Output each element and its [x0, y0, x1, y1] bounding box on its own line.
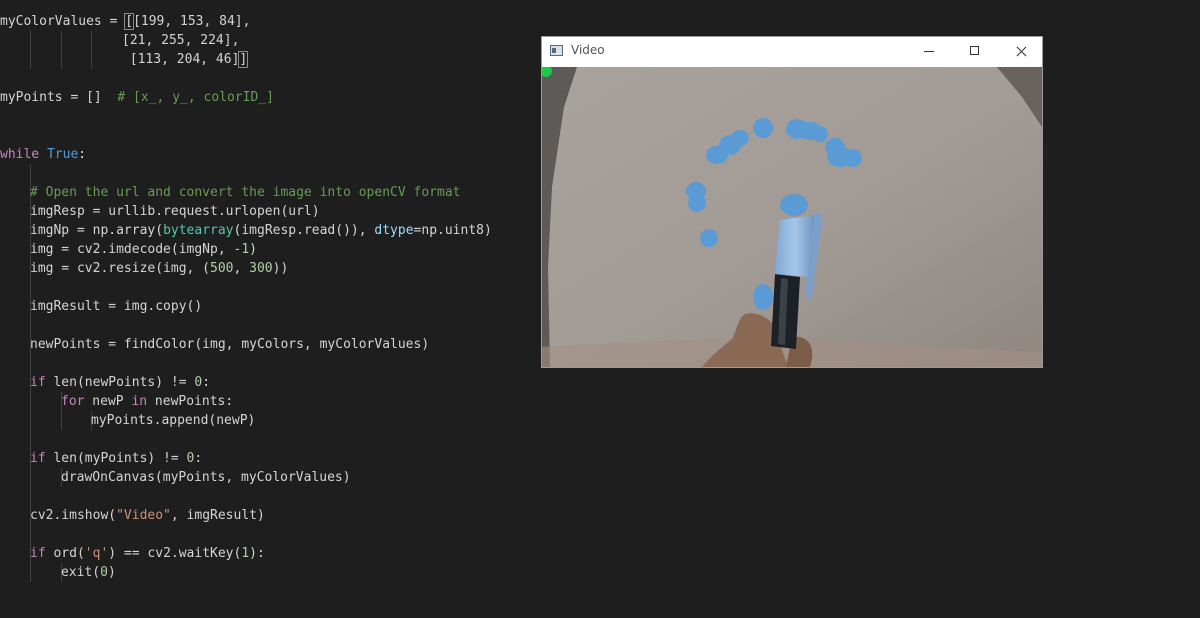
stroke-blob	[753, 118, 773, 138]
number-token: 500	[210, 261, 234, 276]
builtin-token: bytearray	[163, 223, 234, 238]
number-token: 0	[100, 565, 108, 580]
code-token: [199, 153, 84],	[133, 14, 251, 29]
code-token: (imgResp.read()),	[233, 223, 375, 238]
window-app-icon	[550, 45, 563, 56]
code-comment: # Open the url and convert the image int…	[30, 185, 461, 200]
keyword-token: while	[0, 147, 40, 162]
code-token: myColorValues =	[0, 14, 126, 29]
code-token: len(newPoints) !=	[45, 375, 195, 390]
string-token: 'q'	[84, 546, 109, 561]
code-token: :	[202, 375, 211, 390]
code-line: for newP in newPoints:	[61, 392, 233, 411]
code-token: [113, 204, 46]	[122, 52, 240, 67]
code-token: cv2.imshow(	[30, 508, 117, 523]
code-token: ) == cv2.waitKey(	[108, 546, 242, 561]
stroke-blob	[688, 194, 706, 212]
code-line: [21, 255, 224],	[122, 31, 239, 50]
code-line: imgResp = urllib.request.urlopen(url)	[30, 202, 320, 221]
constant-token: True	[46, 147, 79, 162]
code-token: )	[249, 242, 257, 257]
code-line: myColorValues = [[199, 153, 84],	[0, 12, 250, 31]
code-line: if len(myPoints) != 0:	[30, 449, 202, 468]
minimize-button[interactable]	[906, 37, 952, 67]
code-line: imgResult = img.copy()	[30, 297, 202, 316]
code-token: ord(	[45, 546, 85, 561]
code-line: drawOnCanvas(myPoints, myColorValues)	[61, 468, 351, 487]
number-token: 300	[249, 261, 273, 276]
bracket-match: [	[124, 13, 135, 30]
code-token: :	[78, 147, 87, 162]
code-line: newPoints = findColor(img, myColors, myC…	[30, 335, 429, 354]
indent-guide	[61, 31, 62, 69]
number-token: -1	[233, 242, 250, 257]
code-token: :	[194, 451, 203, 466]
code-token: newP	[84, 394, 132, 409]
code-token: img = cv2.resize(img, (	[30, 261, 211, 276]
code-line: myPoints.append(newP)	[91, 411, 255, 430]
indent-guide	[91, 31, 92, 69]
code-token: newPoints:	[147, 394, 234, 409]
code-line: if len(newPoints) != 0:	[30, 373, 210, 392]
stroke-blob	[753, 284, 773, 310]
code-token: )	[107, 565, 116, 580]
stroke-blob	[731, 130, 749, 146]
keyword-token: in	[131, 394, 148, 409]
code-token: imgResult = img.copy()	[30, 299, 203, 314]
code-token: =np.uint8)	[413, 223, 492, 238]
code-line: # Open the url and convert the image int…	[30, 183, 460, 202]
code-token: [21, 255, 224],	[122, 33, 240, 48]
code-token: myPoints.append(newP)	[91, 413, 256, 428]
code-token: imgResp = urllib.request.urlopen(url)	[30, 204, 320, 219]
window-titlebar[interactable]: Video	[542, 37, 1042, 67]
code-line: img = cv2.resize(img, (500, 300))	[30, 259, 288, 278]
video-frame	[542, 67, 1042, 367]
code-token: img = cv2.imdecode(imgNp,	[30, 242, 234, 257]
close-button[interactable]	[998, 37, 1044, 67]
keyword-token: if	[30, 546, 46, 561]
code-token: newPoints = findColor(img, myColors, myC…	[30, 337, 430, 352]
code-line: cv2.imshow("Video", imgResult)	[30, 506, 265, 525]
param-token: dtype	[374, 223, 414, 238]
code-token: myPoints = []	[0, 90, 118, 105]
code-line: img = cv2.imdecode(imgNp, -1)	[30, 240, 257, 259]
maximize-button[interactable]	[952, 37, 998, 67]
stroke-blob	[812, 126, 828, 142]
stroke-blob	[780, 194, 808, 216]
stroke-blob	[700, 229, 718, 247]
keyword-token: if	[30, 451, 46, 466]
video-window[interactable]: Video	[541, 36, 1043, 368]
code-token: ))	[272, 261, 289, 276]
code-line: imgNp = np.array(bytearray(imgResp.read(…	[30, 221, 492, 240]
indent-guide	[30, 31, 31, 69]
code-line: exit(0)	[61, 563, 116, 582]
number-token: 1	[241, 546, 250, 561]
camera-image	[542, 67, 1042, 367]
code-line: if ord('q') == cv2.waitKey(1):	[30, 544, 265, 563]
code-token: exit(	[61, 565, 101, 580]
keyword-token: if	[30, 375, 46, 390]
code-token: len(myPoints) !=	[45, 451, 187, 466]
code-token: ):	[249, 546, 265, 561]
code-token: drawOnCanvas(myPoints, myColorValues)	[61, 470, 351, 485]
keyword-token: for	[61, 394, 85, 409]
code-line: myPoints = [] # [x_, y_, colorID_]	[0, 88, 274, 107]
window-title: Video	[571, 43, 605, 57]
code-token: , imgResult)	[170, 508, 265, 523]
stroke-blob	[844, 149, 862, 167]
code-token: imgNp = np.array(	[30, 223, 164, 238]
code-token: ,	[233, 261, 250, 276]
code-line: [113, 204, 46]]	[122, 50, 249, 69]
code-line: while True:	[0, 145, 86, 164]
bracket-match: ]	[238, 51, 249, 68]
code-comment: # [x_, y_, colorID_]	[117, 90, 274, 105]
string-token: "Video"	[116, 508, 171, 523]
